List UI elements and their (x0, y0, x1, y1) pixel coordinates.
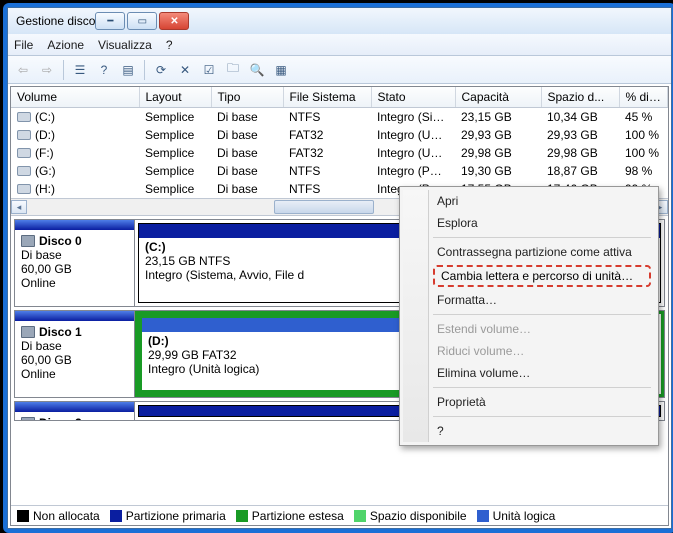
help-icon[interactable]: ? (93, 59, 115, 81)
ctx-change-letter[interactable]: Cambia lettera e percorso di unità… (441, 269, 633, 283)
col-layout[interactable]: Layout (139, 87, 211, 108)
menu-action[interactable]: Azione (47, 38, 84, 52)
table-row[interactable]: (D:)SempliceDi baseFAT32Integro (U…29,93… (11, 126, 668, 144)
search-icon[interactable]: 🔍 (246, 59, 268, 81)
disk-0-info[interactable]: Disco 0 Di base 60,00 GB Online (15, 220, 135, 306)
toolbar: ⇦ ⇨ ☰ ? ▤ ⟳ ✕ ☑ 🗀 🔍 ▦ (8, 56, 671, 84)
volume-icon (17, 130, 31, 140)
volume-icon (17, 148, 31, 158)
col-volume[interactable]: Volume (11, 87, 139, 108)
window-title: Gestione disco (16, 14, 95, 28)
views-icon[interactable]: ☰ (69, 59, 91, 81)
disk-icon (21, 235, 35, 247)
ctx-delete[interactable]: Elimina volume… (403, 362, 655, 384)
volume-icon (17, 112, 31, 122)
disk-icon (21, 326, 35, 338)
ctx-help[interactable]: ? (403, 420, 655, 442)
menu-file[interactable]: File (14, 38, 33, 52)
col-percent[interactable]: % dispon... (619, 87, 668, 108)
col-status[interactable]: Stato (371, 87, 455, 108)
back-icon: ⇦ (12, 59, 34, 81)
ctx-change-letter-highlight: Cambia lettera e percorso di unità… (433, 265, 651, 287)
volume-icon (17, 184, 31, 194)
settings-icon[interactable]: ▦ (270, 59, 292, 81)
volume-icon (17, 166, 31, 176)
ctx-explore[interactable]: Esplora (403, 212, 655, 234)
context-menu: Apri Esplora Contrassegna partizione com… (399, 186, 659, 446)
table-row[interactable]: (C:)SempliceDi baseNTFSIntegro (Si…23,15… (11, 108, 668, 127)
ctx-shrink: Riduci volume… (403, 340, 655, 362)
menu-help[interactable]: ? (166, 38, 173, 52)
col-fs[interactable]: File Sistema (283, 87, 371, 108)
titlebar: Gestione disco ━ ▭ ✕ (8, 8, 671, 34)
legend: Non allocata Partizione primaria Partizi… (11, 505, 668, 525)
table-row[interactable]: (F:)SempliceDi baseFAT32Integro (U…29,98… (11, 144, 668, 162)
close-button[interactable]: ✕ (159, 12, 189, 30)
minimize-button[interactable]: ━ (95, 12, 125, 30)
col-capacity[interactable]: Capacità (455, 87, 541, 108)
maximize-button[interactable]: ▭ (127, 12, 157, 30)
col-free[interactable]: Spazio d... (541, 87, 619, 108)
forward-icon: ⇨ (36, 59, 58, 81)
menu-view[interactable]: Visualizza (98, 38, 152, 52)
folder-icon[interactable]: 🗀 (222, 59, 244, 81)
refresh-icon[interactable]: ⟳ (150, 59, 172, 81)
list-icon[interactable]: ▤ (117, 59, 139, 81)
ctx-properties[interactable]: Proprietà (403, 391, 655, 413)
ctx-extend: Estendi volume… (403, 318, 655, 340)
ctx-open[interactable]: Apri (403, 190, 655, 212)
disk-1-info[interactable]: Disco 1 Di base 60,00 GB Online (15, 311, 135, 397)
volume-list: Volume Layout Tipo File Sistema Stato Ca… (11, 87, 668, 198)
disk-icon (21, 417, 35, 421)
scroll-left-icon[interactable]: ◂ (11, 200, 27, 214)
table-row[interactable]: (G:)SempliceDi baseNTFSIntegro (P…19,30 … (11, 162, 668, 180)
delete-icon[interactable]: ✕ (174, 59, 196, 81)
properties-icon[interactable]: ☑ (198, 59, 220, 81)
scroll-thumb[interactable] (274, 200, 374, 214)
menubar: File Azione Visualizza ? (8, 34, 671, 56)
col-type[interactable]: Tipo (211, 87, 283, 108)
ctx-mark-active[interactable]: Contrassegna partizione come attiva (403, 241, 655, 263)
ctx-format[interactable]: Formatta… (403, 289, 655, 311)
